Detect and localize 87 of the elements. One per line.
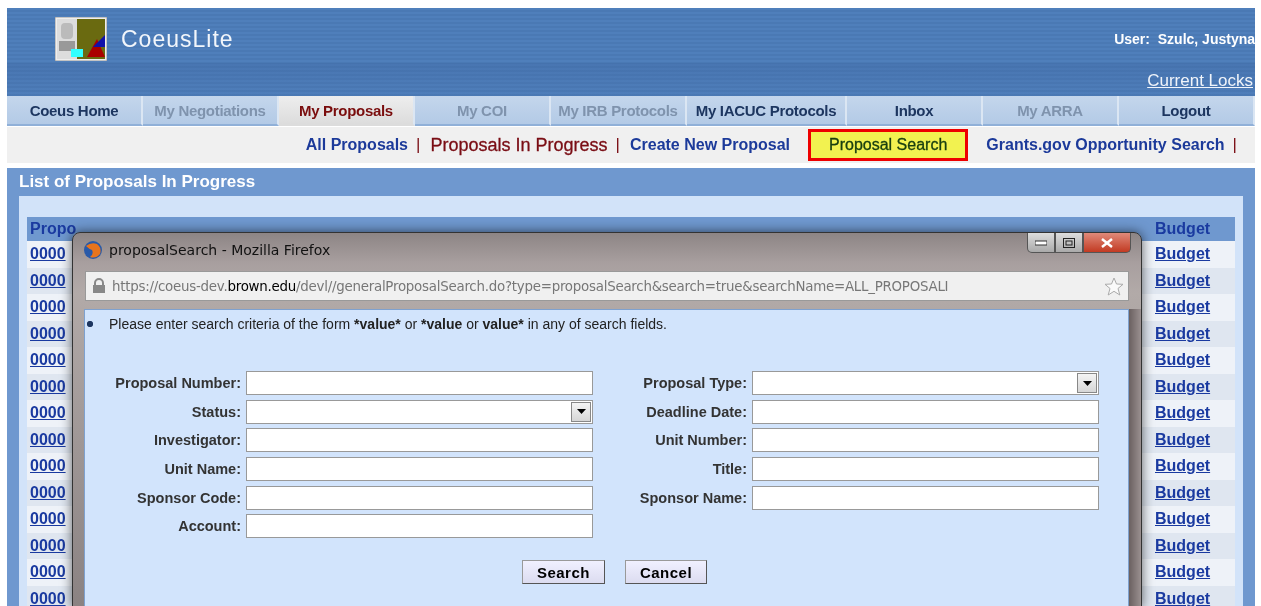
- proposal-number-link[interactable]: 0000: [30, 589, 66, 606]
- budget-link[interactable]: Budget: [1155, 245, 1211, 263]
- field-label: Account:: [177, 518, 241, 535]
- input-field[interactable]: [246, 485, 593, 510]
- input-field[interactable]: [246, 428, 593, 453]
- nav-link[interactable]: Proposals In Progress: [422, 134, 616, 156]
- budget-link[interactable]: Budget: [1155, 351, 1211, 369]
- maximize-button[interactable]: [1055, 233, 1083, 253]
- dialog-button[interactable]: Search: [521, 560, 605, 585]
- panel-title: List of Proposals In Progress: [19, 171, 257, 193]
- field-label: Investigator:: [153, 432, 241, 449]
- proposal-number-link[interactable]: 0000: [30, 430, 66, 448]
- dropdown-field[interactable]: [246, 399, 593, 424]
- field-label: Proposal Number:: [114, 375, 241, 391]
- field-label: Sponsor Code:: [136, 489, 241, 506]
- column-header: Budget: [1155, 220, 1211, 237]
- window-title: proposalSearch - Mozilla Firefox: [109, 241, 331, 258]
- dialog-button[interactable]: Cancel: [624, 560, 708, 585]
- budget-link[interactable]: Budget: [1155, 457, 1211, 475]
- proposal-number-link[interactable]: 0000: [30, 245, 66, 263]
- budget-link[interactable]: Budget: [1155, 563, 1211, 581]
- dropdown-field[interactable]: [752, 371, 1099, 395]
- link-separator: |: [615, 135, 621, 155]
- proposal-number-link[interactable]: 0000: [30, 510, 66, 528]
- nav-tab[interactable]: My IACUC Protocols: [686, 96, 848, 126]
- link-separator: |: [416, 135, 422, 155]
- lock-icon: [92, 278, 106, 294]
- proposal-number-link[interactable]: 0000: [30, 298, 66, 316]
- nav-link[interactable]: Grants.gov Opportunity Search: [978, 136, 1233, 154]
- proposal-number-link[interactable]: 0000: [30, 271, 66, 289]
- field-label: Deadline Date:: [645, 403, 747, 420]
- budget-link[interactable]: Budget: [1155, 536, 1211, 554]
- field-label: Unit Name:: [163, 461, 241, 478]
- nav-tab[interactable]: Inbox: [847, 96, 983, 126]
- minimize-icon: [1035, 239, 1047, 246]
- nav-tab[interactable]: My Proposals: [278, 96, 415, 126]
- budget-link[interactable]: Budget: [1155, 430, 1211, 448]
- logo-icon: [55, 17, 107, 61]
- budget-link[interactable]: Budget: [1155, 510, 1211, 528]
- input-field[interactable]: [752, 428, 1099, 453]
- budget-link[interactable]: Budget: [1155, 298, 1211, 316]
- scrollbar[interactable]: [1129, 309, 1141, 606]
- proposal-number-link[interactable]: 0000: [30, 351, 66, 369]
- input-field[interactable]: [752, 485, 1099, 510]
- app-name: CoeusLite: [121, 25, 234, 53]
- user-name: User: Szulc, Justyna: [1114, 31, 1255, 47]
- nav-link[interactable]: Create New Proposal: [621, 136, 798, 154]
- field-label: Title:: [711, 461, 747, 478]
- dropdown-arrow-icon: [1082, 380, 1092, 386]
- budget-link[interactable]: Budget: [1155, 324, 1211, 342]
- proposal-number-link[interactable]: 0000: [30, 563, 66, 581]
- column-header: Propo: [30, 220, 77, 237]
- link-separator: |: [1232, 135, 1238, 155]
- nav-tab[interactable]: Coeus Home: [7, 96, 143, 126]
- proposal-number-link[interactable]: 0000: [30, 483, 66, 501]
- proposal-number-link[interactable]: 0000: [30, 457, 66, 475]
- input-field[interactable]: [246, 514, 593, 539]
- budget-link[interactable]: Budget: [1155, 271, 1211, 289]
- field-label: Unit Number:: [654, 432, 747, 449]
- budget-link[interactable]: Budget: [1155, 483, 1211, 501]
- field-label: Sponsor Name:: [638, 489, 747, 506]
- input-field[interactable]: [246, 457, 593, 482]
- field-label: Status:: [190, 403, 241, 420]
- budget-link[interactable]: Budget: [1155, 377, 1211, 395]
- nav-link[interactable]: All Proposals: [297, 136, 416, 154]
- dropdown-arrow-icon: [576, 409, 586, 415]
- current-locks-link[interactable]: Current Locks: [1147, 71, 1253, 91]
- maximize-icon: [1063, 237, 1075, 248]
- nav-link[interactable]: Proposal Search: [808, 129, 969, 161]
- star-icon[interactable]: [1104, 276, 1124, 296]
- address-field[interactable]: https://coeus-dev.brown.edu/devl//generalProposalSearch.do?type=proposalSearch&search=true&searchName=ALL_PROPOSALI: [85, 271, 1129, 301]
- nav-tab[interactable]: Logout: [1119, 96, 1255, 126]
- input-field[interactable]: [752, 457, 1099, 482]
- close-button[interactable]: [1083, 233, 1131, 253]
- proposal-number-link[interactable]: 0000: [30, 404, 66, 422]
- input-field[interactable]: [752, 399, 1099, 424]
- search-hint: Please enter search criteria of the form *value* or *value or value* in any of search fields.: [109, 316, 667, 332]
- proposal-number-link[interactable]: 0000: [30, 324, 66, 342]
- close-icon: [1101, 237, 1113, 248]
- proposal-number-link[interactable]: 0000: [30, 377, 66, 395]
- browser-logo-icon: [83, 239, 103, 260]
- bullet-icon: [87, 321, 93, 327]
- field-label: Proposal Type:: [642, 375, 747, 391]
- budget-link[interactable]: Budget: [1155, 404, 1211, 422]
- proposal-number-link[interactable]: 0000: [30, 536, 66, 554]
- input-field[interactable]: [246, 371, 593, 395]
- minimize-button[interactable]: [1027, 233, 1055, 253]
